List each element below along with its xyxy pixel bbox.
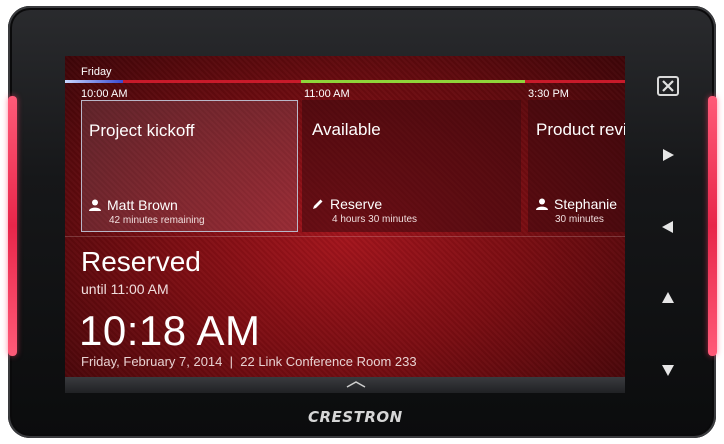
current-date: Friday, February 7, 2014 — [81, 354, 223, 369]
timeline-available-segment — [301, 80, 525, 83]
meeting-card-next[interactable]: Product review Stephanie 30 minutes — [528, 100, 625, 232]
bottom-drawer-handle[interactable] — [65, 377, 625, 393]
slot-duration: 4 hours 30 minutes — [332, 214, 418, 225]
chevron-up-icon — [346, 381, 366, 388]
section-divider — [65, 236, 625, 237]
arrow-up-icon — [662, 292, 674, 303]
person-icon — [536, 198, 548, 210]
meeting-organizer: Matt Brown — [89, 197, 178, 213]
up-button[interactable] — [660, 290, 676, 306]
close-icon — [662, 80, 674, 92]
organizer-name: Matt Brown — [107, 197, 178, 213]
date-room-line: Friday, February 7, 2014 | 22 Link Confe… — [81, 354, 417, 369]
room-scheduler-screen: Friday 10:00 AM 11:00 AM 3:30 PM Project… — [65, 56, 625, 393]
meeting-duration: 42 minutes remaining — [109, 215, 205, 226]
crestron-logo: CRESTRON — [308, 408, 403, 426]
time-label: 11:00 AM — [304, 88, 350, 100]
next-button[interactable] — [660, 147, 676, 163]
person-icon — [89, 199, 101, 211]
meeting-card-current[interactable]: Project kickoff Matt Brown 42 minutes re… — [81, 100, 298, 232]
meeting-title: Product review — [536, 120, 625, 139]
arrow-left-icon — [662, 221, 673, 233]
timeline-current-segment — [65, 80, 123, 83]
organizer-name: Stephanie — [554, 196, 618, 212]
time-label: 10:00 AM — [81, 88, 128, 100]
meeting-organizer: Stephanie — [536, 196, 617, 212]
meeting-duration: 30 minutes — [555, 214, 604, 225]
separator: | — [229, 354, 234, 369]
status-until: until 11:00 AM — [81, 281, 169, 297]
arrow-down-icon — [662, 365, 674, 376]
meeting-title: Project kickoff — [89, 121, 195, 140]
schedule-timeline — [65, 80, 625, 84]
close-button[interactable] — [657, 76, 679, 96]
reserve-button[interactable]: Reserve — [312, 196, 382, 212]
timeline-busy-segment — [525, 80, 625, 83]
slot-title: Available — [312, 120, 381, 139]
day-label: Friday — [81, 66, 112, 78]
left-status-light — [8, 96, 17, 356]
pencil-icon — [313, 199, 323, 209]
reserve-label: Reserve — [330, 196, 383, 212]
right-status-light — [708, 96, 717, 356]
meeting-card-available[interactable]: Available Reserve 4 hours 30 minutes — [302, 100, 521, 232]
down-button[interactable] — [660, 362, 676, 378]
room-name: 22 Link Conference Room 233 — [240, 354, 417, 369]
timeline-busy-segment — [123, 80, 301, 83]
room-status: Reserved — [81, 246, 201, 277]
time-label: 3:30 PM — [528, 88, 569, 100]
arrow-right-icon — [663, 149, 674, 161]
current-time: 10:18 AM — [79, 307, 261, 354]
previous-button[interactable] — [660, 219, 676, 235]
